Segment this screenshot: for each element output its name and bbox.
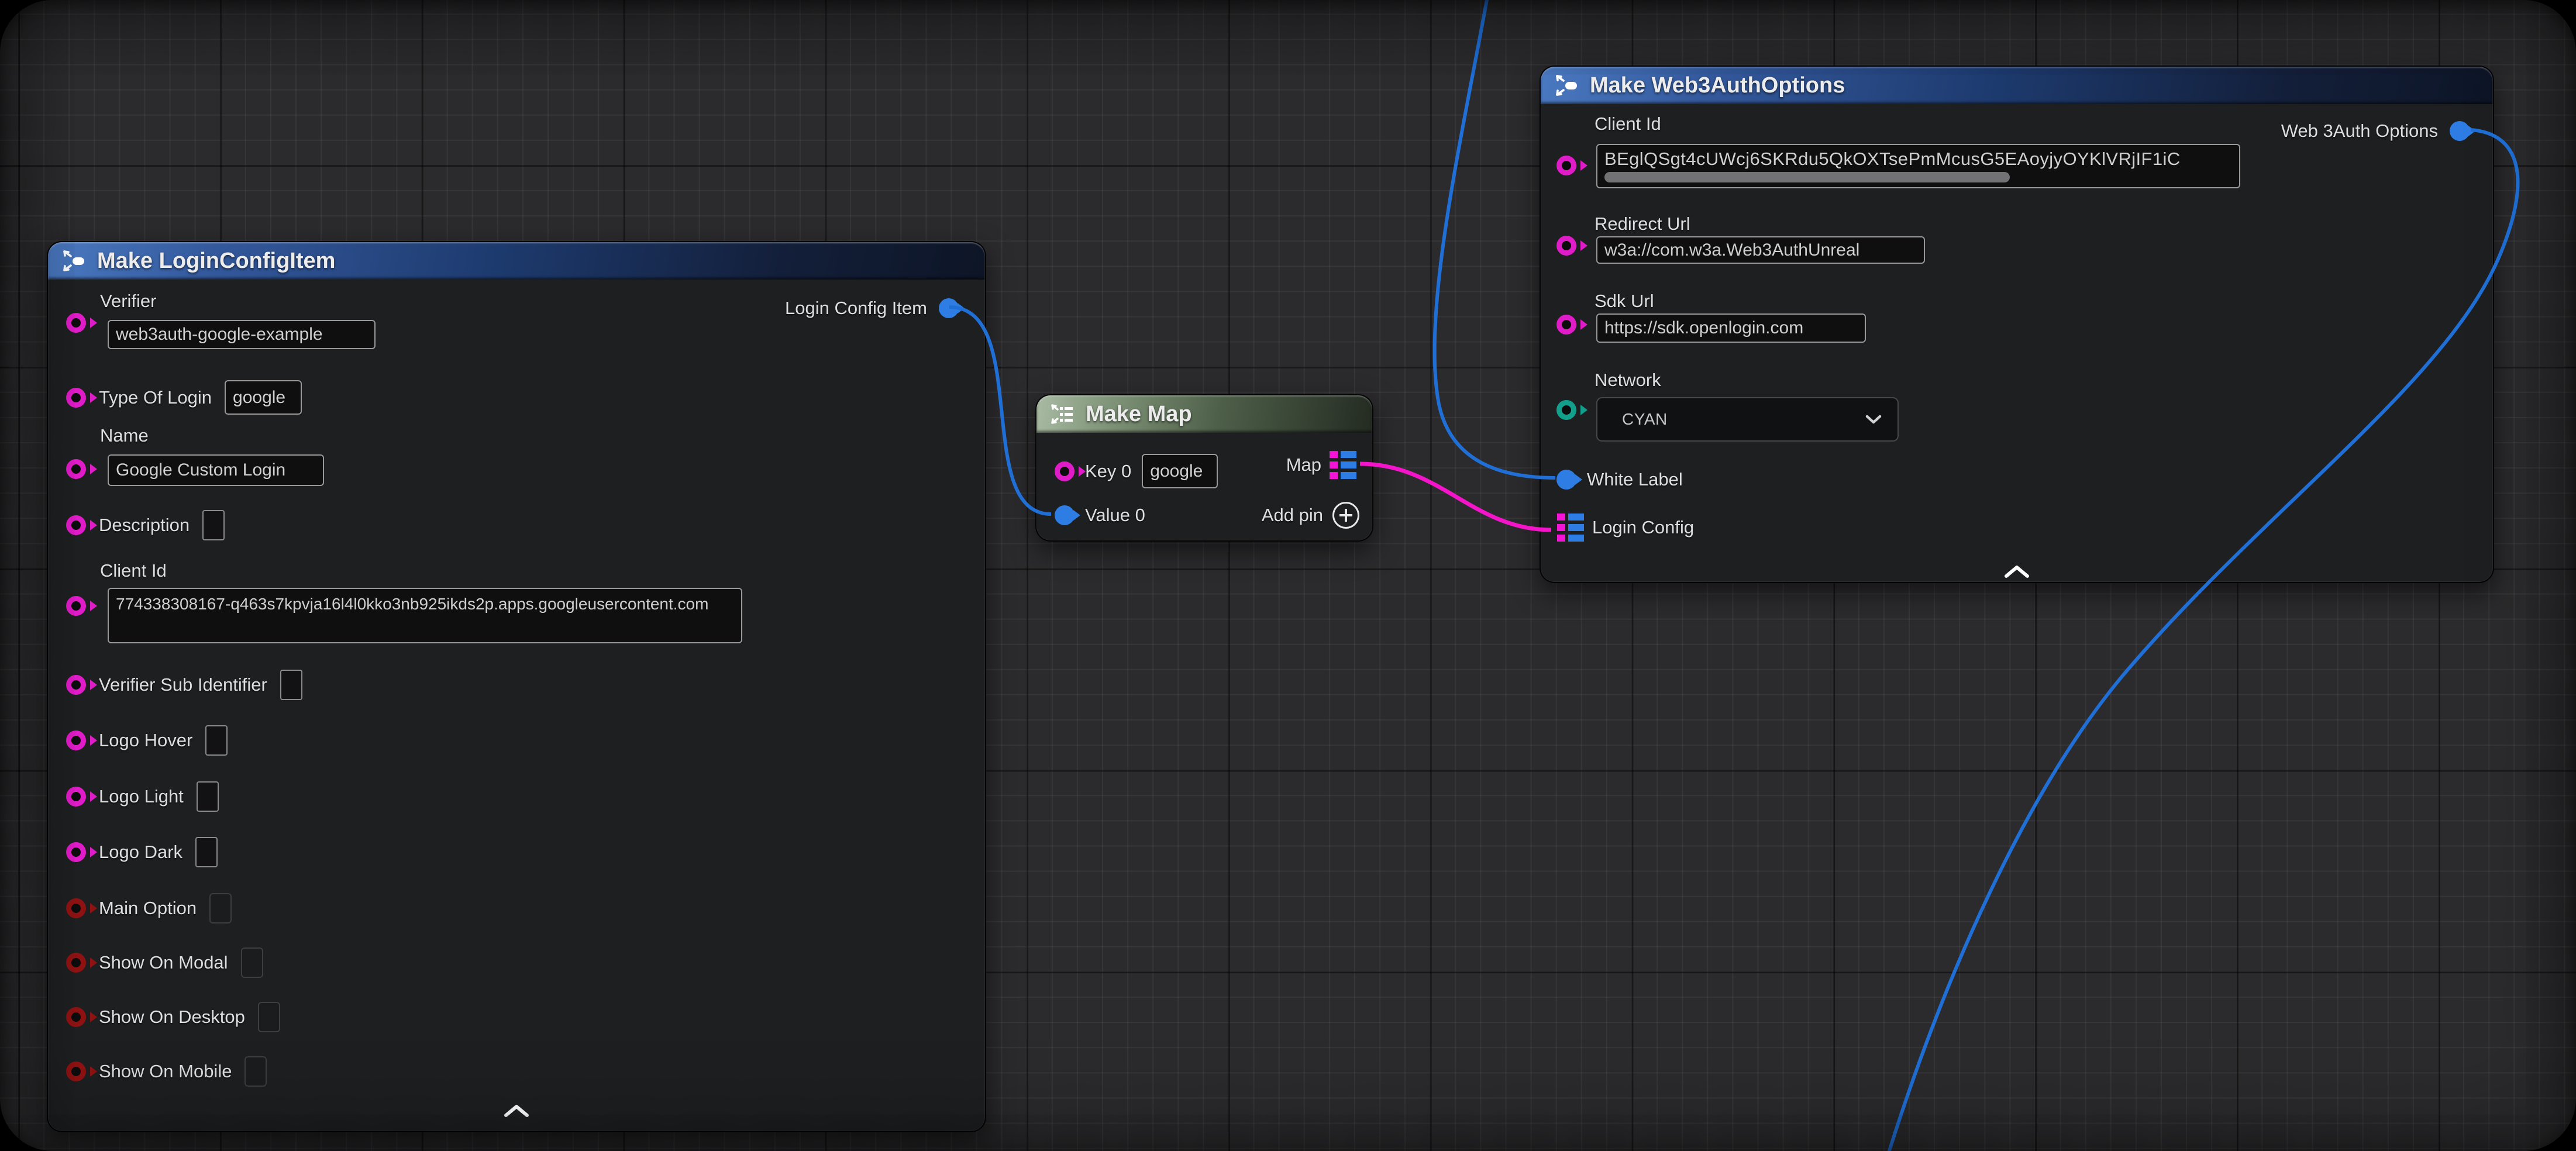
output-label-login-config-item: Login Config Item xyxy=(785,298,927,319)
input-logo-dark[interactable] xyxy=(195,837,218,867)
chevron-down-icon xyxy=(1865,414,1882,425)
node-header-make-loginconfigitem[interactable]: Make LoginConfigItem xyxy=(48,242,985,280)
input-client-id-text: BEglQSgt4cUWcj6SKRdu5QkOXTsePmMcusG5EAoy… xyxy=(1604,149,2181,170)
pin-show-on-mobile[interactable] xyxy=(66,1062,86,1081)
field-label-key-0: Key 0 xyxy=(1085,461,1131,482)
node-make-map: Make Map Key 0 google Map Value 0 Add pi… xyxy=(1035,394,1373,542)
node-title: Make Map xyxy=(1086,402,1192,427)
add-pin-icon xyxy=(1332,502,1359,529)
node-title: Make Web3AuthOptions xyxy=(1590,73,1845,98)
input-logo-light[interactable] xyxy=(197,781,219,812)
field-label-show-on-desktop: Show On Desktop xyxy=(99,1007,245,1028)
pin-redirect-url[interactable] xyxy=(1556,236,1576,256)
node-header-make-web3authoptions[interactable]: Make Web3AuthOptions xyxy=(1541,67,2493,104)
pin-type-of-login[interactable] xyxy=(66,388,86,408)
field-label-show-on-mobile: Show On Mobile xyxy=(99,1061,232,1082)
pin-verifier-sub-identifier[interactable] xyxy=(66,675,86,695)
field-label-login-config: Login Config xyxy=(1592,517,1694,538)
input-key-0[interactable]: google xyxy=(1142,454,1218,488)
field-label-verifier: Verifier xyxy=(100,291,156,312)
make-map-icon xyxy=(1049,401,1075,427)
field-label-verifier-sub-identifier: Verifier Sub Identifier xyxy=(99,674,267,695)
field-label-main-option: Main Option xyxy=(99,898,197,919)
field-label-description: Description xyxy=(99,515,190,536)
pin-key-0[interactable] xyxy=(1055,461,1075,481)
network-selected-value: CYAN xyxy=(1622,410,1668,429)
input-verifier-sub-identifier[interactable] xyxy=(280,670,302,700)
pin-logo-hover[interactable] xyxy=(66,730,86,750)
node-header-make-map[interactable]: Make Map xyxy=(1036,395,1372,433)
field-label-value-0: Value 0 xyxy=(1085,505,1145,526)
input-sdk-url[interactable]: https://sdk.openlogin.com xyxy=(1596,313,1866,343)
input-client-id-scrollbar[interactable] xyxy=(1604,172,2010,182)
input-name[interactable]: Google Custom Login xyxy=(108,454,324,486)
pin-logo-dark[interactable] xyxy=(66,842,86,862)
pin-sdk-url[interactable] xyxy=(1556,315,1576,335)
input-type-of-login[interactable]: google xyxy=(225,380,302,415)
checkbox-show-on-desktop[interactable] xyxy=(258,1002,280,1032)
pin-verifier[interactable] xyxy=(66,313,86,333)
make-struct-icon xyxy=(1554,73,1579,98)
field-label-redirect-url: Redirect Url xyxy=(1594,213,1690,235)
add-pin-button[interactable]: Add pin xyxy=(1262,502,1359,529)
network-dropdown[interactable]: CYAN xyxy=(1596,397,1899,442)
pin-network[interactable] xyxy=(1556,400,1576,420)
field-label-white-label: White Label xyxy=(1587,469,1683,490)
checkbox-show-on-mobile[interactable] xyxy=(244,1056,267,1087)
pin-description[interactable] xyxy=(66,515,86,535)
field-label-logo-light: Logo Light xyxy=(99,786,184,807)
field-label-client-id: Client Id xyxy=(100,560,167,581)
input-client-id[interactable]: BEglQSgt4cUWcj6SKRdu5QkOXTsePmMcusG5EAoy… xyxy=(1596,144,2240,188)
checkbox-show-on-modal[interactable] xyxy=(241,947,263,978)
field-label-sdk-url: Sdk Url xyxy=(1594,291,1654,312)
output-pin-map[interactable] xyxy=(1330,451,1356,479)
field-label-logo-dark: Logo Dark xyxy=(99,842,182,863)
pin-main-option[interactable] xyxy=(66,898,86,918)
input-redirect-url[interactable]: w3a://com.w3a.Web3AuthUnreal xyxy=(1596,236,1925,264)
make-struct-icon xyxy=(61,248,87,274)
pin-show-on-modal[interactable] xyxy=(66,953,86,973)
wire-offscreen-to-white-label[interactable] xyxy=(1435,0,1555,478)
node-make-web3authoptions: Make Web3AuthOptions Web 3Auth Options C… xyxy=(1540,66,2494,583)
pin-show-on-desktop[interactable] xyxy=(66,1007,86,1027)
input-verifier[interactable]: web3auth-google-example xyxy=(108,320,376,349)
blueprint-graph-canvas[interactable]: Make LoginConfigItem Login Config Item V… xyxy=(0,0,2576,1151)
wire-map-to-login-config[interactable] xyxy=(1360,464,1551,530)
input-logo-hover[interactable] xyxy=(205,725,228,756)
field-label-client-id: Client Id xyxy=(1594,113,1661,135)
field-label-name: Name xyxy=(100,425,149,446)
pin-name[interactable] xyxy=(66,459,86,479)
add-pin-label: Add pin xyxy=(1262,505,1323,526)
input-description[interactable] xyxy=(202,510,225,540)
output-label-web3auth-options: Web 3Auth Options xyxy=(2281,120,2438,142)
pin-white-label[interactable] xyxy=(1556,470,1576,490)
pin-login-config[interactable] xyxy=(1557,514,1584,542)
node-title: Make LoginConfigItem xyxy=(97,249,335,274)
output-label-map: Map xyxy=(1286,454,1321,475)
pin-logo-light[interactable] xyxy=(66,787,86,807)
output-pin-web3auth-options[interactable] xyxy=(2450,121,2470,141)
checkbox-main-option[interactable] xyxy=(209,893,232,923)
pin-client-id[interactable] xyxy=(1556,156,1576,175)
input-client-id[interactable]: 774338308167-q463s7kpvja16l4l0kko3nb925i… xyxy=(108,588,742,643)
field-label-type-of-login: Type Of Login xyxy=(99,387,212,408)
pin-value-0[interactable] xyxy=(1055,505,1075,525)
field-label-logo-hover: Logo Hover xyxy=(99,730,192,751)
field-label-show-on-modal: Show On Modal xyxy=(99,952,228,973)
pin-client-id[interactable] xyxy=(66,596,86,616)
collapse-node-icon[interactable] xyxy=(2003,564,2031,579)
collapse-node-icon[interactable] xyxy=(502,1103,531,1118)
field-label-network: Network xyxy=(1594,370,1661,391)
node-make-loginconfigitem: Make LoginConfigItem Login Config Item V… xyxy=(47,241,986,1132)
